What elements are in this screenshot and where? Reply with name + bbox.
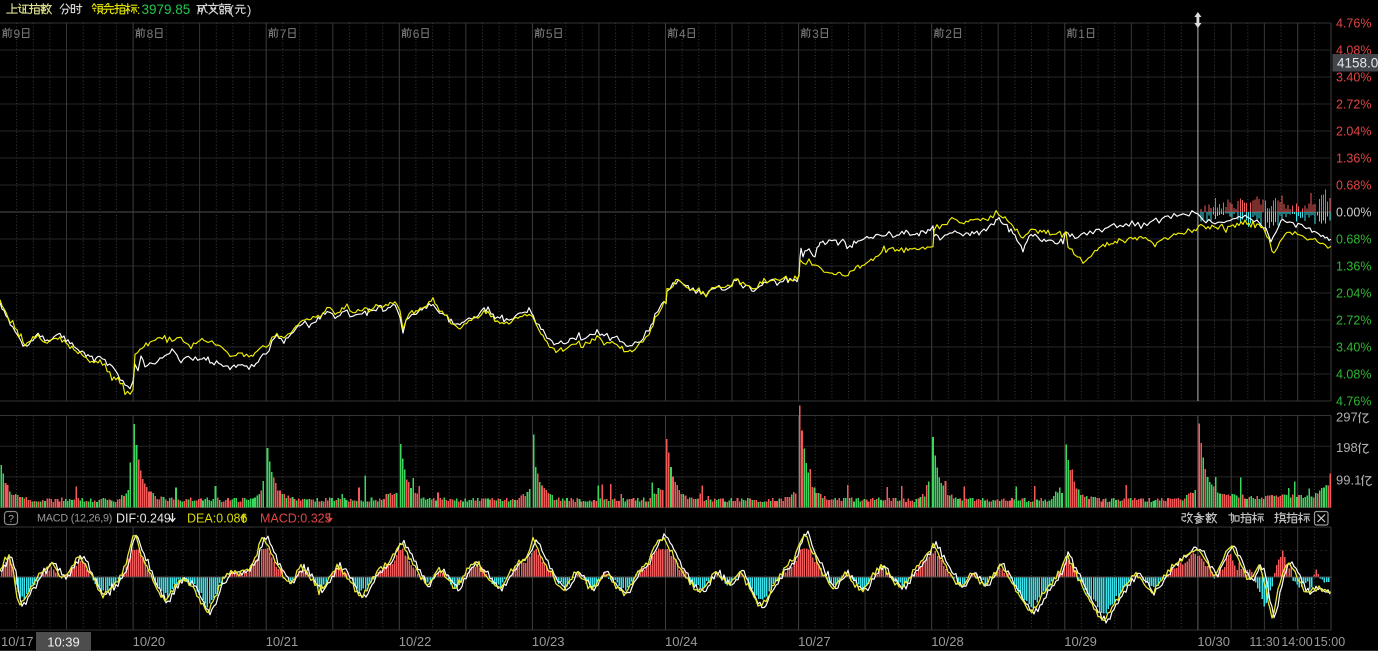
svg-text:): ) [247, 3, 251, 18]
svg-text:10/21: 10/21 [266, 634, 299, 649]
svg-text:198: 198 [1336, 440, 1358, 455]
svg-text:10/30: 10/30 [1197, 634, 1230, 649]
svg-text:297: 297 [1336, 410, 1358, 425]
svg-text:99.1: 99.1 [1336, 472, 1361, 487]
svg-text:2.04%: 2.04% [1336, 287, 1371, 301]
svg-text:4.76%: 4.76% [1336, 395, 1371, 409]
svg-text::: : [137, 2, 141, 17]
svg-text:3: 3 [812, 27, 819, 41]
svg-text:MACD (12,26,9): MACD (12,26,9) [37, 513, 112, 525]
svg-text:10:39: 10:39 [47, 635, 80, 650]
svg-text:2.72%: 2.72% [1336, 314, 1371, 328]
svg-text:4158.04: 4158.04 [1337, 56, 1378, 71]
svg-text:10/23: 10/23 [532, 634, 565, 649]
svg-text:5: 5 [546, 27, 553, 41]
svg-text:4.08%: 4.08% [1336, 368, 1371, 382]
svg-text:3.40%: 3.40% [1336, 71, 1371, 85]
svg-text:1: 1 [1078, 27, 1085, 41]
svg-text:15:00: 15:00 [1314, 635, 1345, 649]
svg-text:10/27: 10/27 [798, 634, 831, 649]
svg-text:1.36%: 1.36% [1336, 260, 1371, 274]
svg-text:4: 4 [679, 27, 686, 41]
svg-text:DEA:0.086: DEA:0.086 [187, 512, 248, 526]
svg-text:0.68%: 0.68% [1336, 233, 1371, 247]
svg-text:3979.85: 3979.85 [142, 2, 191, 17]
svg-text:7: 7 [280, 27, 287, 41]
svg-text:2.04%: 2.04% [1336, 125, 1371, 139]
svg-text:2.72%: 2.72% [1336, 98, 1371, 112]
svg-text:MACD:0.325: MACD:0.325 [260, 512, 332, 526]
svg-text:10/28: 10/28 [931, 634, 964, 649]
svg-text:0.00%: 0.00% [1336, 206, 1371, 220]
svg-text:10/24: 10/24 [665, 634, 698, 649]
svg-text:10/22: 10/22 [399, 634, 432, 649]
svg-text:DIF:0.249: DIF:0.249 [116, 512, 171, 526]
svg-text:10/20: 10/20 [133, 634, 166, 649]
svg-text:10/29: 10/29 [1064, 634, 1097, 649]
svg-text:6: 6 [413, 27, 420, 41]
svg-text:14:00: 14:00 [1281, 635, 1312, 649]
svg-text:4.76%: 4.76% [1336, 17, 1371, 31]
svg-text:?: ? [8, 513, 14, 525]
svg-text:2: 2 [945, 27, 952, 41]
svg-text:1.36%: 1.36% [1336, 152, 1371, 166]
svg-text:9: 9 [14, 27, 21, 41]
svg-text:10/17: 10/17 [1, 634, 34, 649]
svg-text:11:30: 11:30 [1249, 635, 1279, 649]
svg-text:0.68%: 0.68% [1336, 179, 1371, 193]
svg-text:3.40%: 3.40% [1336, 341, 1371, 355]
svg-text:8: 8 [147, 27, 154, 41]
